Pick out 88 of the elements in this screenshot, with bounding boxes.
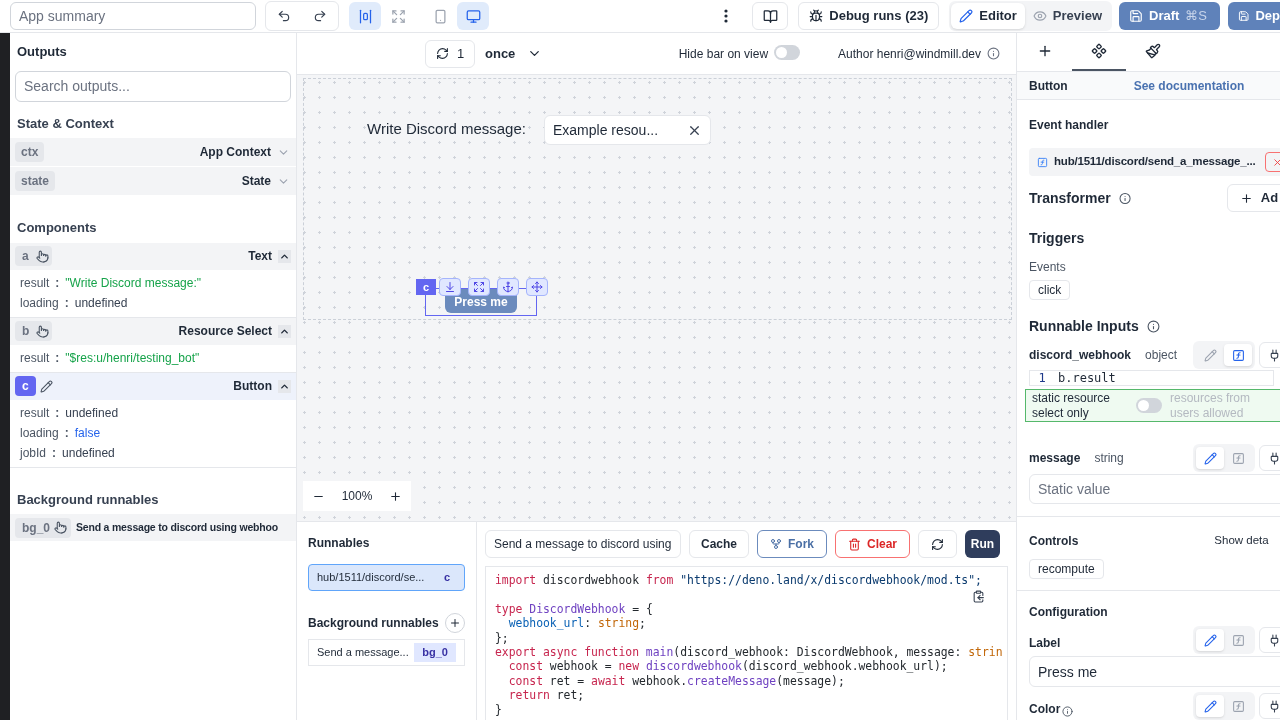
shortcut-hint: ⌘S [1185,7,1207,26]
section-title: Configuration [1028,604,1109,621]
code-line: export async function main(discord_webhook: DiscordWebhook, message: strin [495,645,1003,660]
id-tag: bg_0 [15,517,54,538]
code-line: type DiscordWebhook = { [495,601,653,617]
resource-select[interactable]: Example resou... [544,115,711,145]
code-line: const webhook = new discordwebhook(discord_webhook.webhook_url); [507,659,948,674]
details-toggle[interactable]: Show deta [1214,532,1269,550]
field-label: Color [1029,701,1061,718]
draft-button[interactable]: Draft ⌘S [1119,2,1220,30]
code-line: import discordwebhook from "https://deno.land/x/discordwebhook/mod.ts"; [495,573,982,588]
label-field[interactable]: Press me [1029,656,1280,687]
clear-button[interactable]: Clear [835,530,910,558]
runnable-item[interactable]: Send a message... bg_0 [308,639,465,666]
event-chip: click [1029,280,1071,300]
context-row[interactable]: ctx App Context [10,138,296,166]
code-line: const ret = await webhook.createMessage(message); [507,673,845,689]
field-label: Label [1029,635,1061,652]
id-tag: bg_0 [414,643,456,662]
component-row[interactable]: a Text [10,242,296,270]
documentation-link[interactable]: See documentation [1133,76,1245,95]
input-type: object [1145,347,1178,364]
output-field: jobId : undefined [20,445,286,461]
component-type: Button [1029,77,1068,95]
option-label: static resource select only [1032,390,1112,421]
field-label: Events [1028,259,1067,276]
mode-tab[interactable]: Editor [951,3,1025,29]
fork-button[interactable]: Fork [757,530,827,558]
text-component: Write Discord message: [367,119,526,139]
author-label: Author henri@windmill.dev [838,45,981,63]
id-tag: c [416,279,436,295]
message-field[interactable]: Static value [1029,474,1280,504]
context-label: State [241,173,271,190]
runnable-item[interactable]: hub/1511/discord/se... c [308,564,465,591]
section-title: Background runnables [308,615,439,632]
option-label: resources from users allowed [1170,390,1252,421]
id-tag: state [15,171,55,191]
context-label: App Context [199,144,271,161]
section-title: Components [16,219,98,237]
output-field: result : undefined [20,405,286,421]
deploy-button[interactable]: Dep [1228,2,1280,30]
output-field: loading : false [20,425,286,441]
section-title: Triggers [1028,229,1086,248]
component-label: Text [248,248,272,265]
section-title: Runnable Inputs [1029,317,1139,336]
summary-field[interactable]: Send a message to discord using [485,530,681,558]
input-type: string [1094,450,1124,467]
input-name: discord_webhook [1029,347,1132,364]
zoom-level: 100% [341,488,373,505]
runnable-label: Send a message to discord using webhoo [76,519,278,535]
code-line: return ret; [507,688,585,703]
code-line: } [495,702,502,718]
code-line: }; [495,630,509,645]
component-label: Button [233,378,272,395]
mode-tab[interactable]: Preview [1024,3,1110,29]
component-label: Resource Select [178,323,272,340]
output-field: loading : undefined [20,295,286,311]
id-tag: ctx [15,142,45,162]
input-name: message [1029,450,1081,467]
panel-title: Outputs [16,43,68,61]
run-button[interactable]: Run [965,530,1000,558]
output-field: result : "$res:u/henri/testing_bot" [20,350,286,366]
control-chip: recompute [1029,559,1104,579]
code-line: webhook_url: string; [507,616,646,631]
component-row[interactable]: b Resource Select [10,317,296,345]
section-title: State & Context [16,114,115,133]
component-row[interactable]: c Button [10,372,296,400]
section-title: Background runnables [16,490,160,509]
context-row[interactable]: state State [10,167,296,195]
debug-runs-button[interactable]: Debug runs (23) [798,2,940,30]
search-field[interactable]: Search outputs... [15,70,291,102]
app-summary-field[interactable]: App summary [10,2,256,30]
section-title: Event handler [1028,117,1110,134]
expression-editor[interactable]: 1 b.result [1029,370,1274,386]
add-button[interactable]: Ad [1226,184,1280,212]
id-tag: c [15,376,36,396]
section-title: Runnables [308,535,371,552]
refresh-mode-dropdown[interactable]: once [485,39,543,68]
id-tag: b [15,321,37,341]
id-tag: c [443,569,450,586]
output-field: result : "Write Discord message:" [20,275,286,291]
cache-button[interactable]: Cache [689,530,749,558]
section-title: Controls [1029,533,1079,550]
toggle-label: Hide bar on view [678,45,769,63]
runnable-row[interactable]: bg_0 Send a message to discord using webhoo [10,514,296,541]
refresh-button[interactable]: 1 [425,39,475,68]
id-tag: a [15,246,36,266]
section-title: Transformer [1029,188,1111,208]
